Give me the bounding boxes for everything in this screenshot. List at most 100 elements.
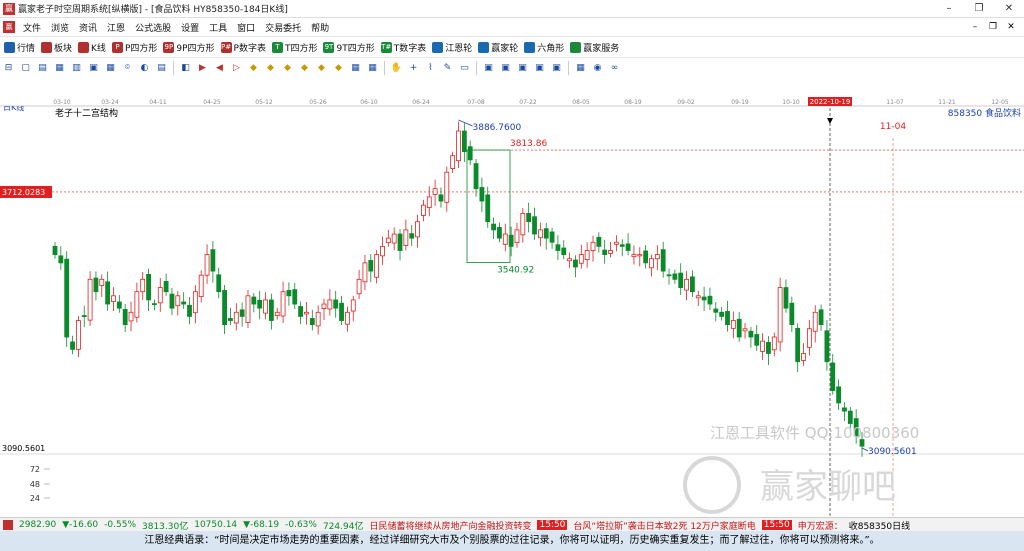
menu-tools[interactable]: 工具 [204, 21, 232, 34]
toolbar-button-5[interactable]: P# P数字表 [220, 41, 266, 54]
close-button[interactable]: ✕ [994, 0, 1024, 17]
draw-tool-27-icon[interactable]: ✎ [441, 62, 454, 75]
draw-tool-36-icon[interactable]: ▦ [574, 62, 587, 75]
draw-tool-25-icon[interactable]: + [407, 62, 420, 75]
draw-tool-22-icon[interactable]: ▦ [366, 62, 379, 75]
draw-tool-6-icon[interactable]: ▦ [104, 62, 117, 75]
draw-tool-0-icon[interactable]: ⊟ [2, 62, 15, 75]
menu-settings[interactable]: 设置 [176, 21, 204, 34]
candle-body [268, 299, 274, 321]
draw-tool-37-icon[interactable]: ◉ [591, 62, 604, 75]
toolbar-button-11[interactable]: 六角形 [524, 41, 564, 54]
draw-tool-8-icon[interactable]: ◐ [138, 62, 151, 75]
highlight-date-label: 2022-10-19 [810, 98, 851, 106]
x-tick-label: 11-21 [938, 99, 956, 106]
candle-body [561, 247, 567, 256]
toolbar-button-10[interactable]: 赢家轮 [478, 41, 518, 54]
draw-tool-9-icon[interactable]: ▤ [155, 62, 168, 75]
draw-tool-17-icon[interactable]: ◆ [281, 62, 294, 75]
candle-body [467, 146, 473, 161]
candle-body [356, 278, 362, 295]
menu-trade[interactable]: 交易委托 [260, 21, 306, 34]
candle-body [385, 237, 391, 244]
kline-chart-svg[interactable]: 日K线 老子十二宫结构 858350 食品饮料 03-10 03-24 04-11 0… [0, 78, 1024, 517]
candle-body [333, 299, 339, 309]
doc-minimize-button[interactable]: – [966, 18, 984, 36]
x-tick-label: 05-12 [255, 99, 273, 106]
candle-body [596, 236, 602, 247]
maximize-button[interactable]: ❐ [964, 0, 994, 17]
menu-info[interactable]: 资讯 [74, 21, 102, 34]
candle-body [93, 277, 99, 293]
candle-body [684, 278, 689, 291]
toolbar-button-12[interactable]: 赢家服务 [570, 41, 619, 54]
draw-tool-11-icon[interactable]: ◧ [179, 62, 192, 75]
candle-body [263, 299, 268, 314]
draw-tool-31-icon[interactable]: ▣ [499, 62, 512, 75]
toolbar-separator [476, 61, 477, 75]
doc-close-button[interactable]: ✕ [1002, 18, 1020, 36]
draw-tool-33-icon[interactable]: ▣ [533, 62, 546, 75]
draw-tool-3-icon[interactable]: ▦ [53, 62, 66, 75]
draw-tool-34-icon[interactable]: ▣ [550, 62, 563, 75]
toolbar-button-6[interactable]: T T四方形 [271, 41, 317, 54]
candle-body [789, 302, 795, 326]
candle-body [222, 290, 227, 326]
candle-body [766, 341, 771, 354]
doc-restore-button[interactable]: ❐ [984, 18, 1002, 36]
draw-tool-4-icon[interactable]: ▥ [70, 62, 83, 75]
toolbar-button-label: T数字表 [393, 43, 427, 54]
candle-body [403, 229, 409, 246]
draw-tool-18-icon[interactable]: ◆ [298, 62, 311, 75]
draw-tool-15-icon[interactable]: ◆ [247, 62, 260, 75]
low-price-label: 3090.5601 [868, 447, 917, 457]
draw-tool-30-icon[interactable]: ▣ [482, 62, 495, 75]
toolbar-8-icon: T# [380, 41, 392, 53]
draw-tool-32-icon[interactable]: ▣ [516, 62, 529, 75]
doc-window-controls: – ❐ ✕ [966, 18, 1020, 36]
toolbar-button-1[interactable]: 板块 [41, 41, 72, 54]
x-tick-label: 05-26 [309, 99, 327, 106]
menu-file[interactable]: 文件 [18, 21, 46, 34]
draw-tool-2-icon[interactable]: ▤ [36, 62, 49, 75]
menu-gann[interactable]: 江恩 [102, 21, 130, 34]
kline-chart[interactable]: 日K线 老子十二宫结构 858350 食品饮料 03-10 03-24 04-11 0… [0, 78, 1024, 517]
toolbar-button-4[interactable]: 9P 9P四方形 [163, 41, 215, 54]
draw-tool-38-icon[interactable]: ∞ [608, 62, 621, 75]
candle-body [444, 171, 450, 203]
candles-group [52, 121, 865, 457]
menu-formula[interactable]: 公式选股 [130, 21, 176, 34]
toolbar-button-9[interactable]: 江恩轮 [432, 41, 472, 54]
candle-body [473, 163, 479, 190]
draw-tool-12-icon[interactable]: ▶ [196, 62, 209, 75]
menu-help[interactable]: 帮助 [306, 21, 334, 34]
candle-body [736, 318, 742, 338]
draw-tool-13-icon[interactable]: ◀ [213, 62, 226, 75]
draw-tool-5-icon[interactable]: ▣ [87, 62, 100, 75]
toolbar-button-label: 六角形 [537, 43, 565, 54]
candle-body [216, 274, 222, 293]
draw-tool-19-icon[interactable]: ◆ [315, 62, 328, 75]
status-item-11: 15:50 [761, 520, 792, 530]
menu-window[interactable]: 窗口 [232, 21, 260, 34]
toolbar-button-8[interactable]: T# T数字表 [380, 41, 427, 54]
draw-tool-21-icon[interactable]: ▦ [349, 62, 362, 75]
draw-tool-14-icon[interactable]: ▷ [230, 62, 243, 75]
candle-body [678, 272, 684, 288]
draw-tool-26-icon[interactable]: ⌇ [424, 62, 437, 75]
toolbar-button-0[interactable]: 行情 [4, 41, 35, 54]
draw-tool-28-icon[interactable]: ▭ [458, 62, 471, 75]
toolbar-button-7[interactable]: 9T 9T四方形 [323, 41, 375, 54]
draw-tool-24-icon[interactable]: ✋ [390, 62, 403, 75]
toolbar-button-2[interactable]: K线 [78, 41, 106, 54]
box-bottom-label: 3540.92 [497, 265, 534, 275]
menu-browse[interactable]: 浏览 [46, 21, 74, 34]
draw-tool-16-icon[interactable]: ◆ [264, 62, 277, 75]
draw-tool-20-icon[interactable]: ◆ [332, 62, 345, 75]
draw-tool-7-icon[interactable]: ⌾ [121, 62, 134, 75]
minimize-button[interactable]: – [934, 0, 964, 17]
draw-tool-1-icon[interactable]: ▢ [19, 62, 32, 75]
toolbar-button-3[interactable]: P P四方形 [111, 41, 157, 54]
candle-body [660, 249, 666, 272]
candle-body [543, 228, 549, 239]
